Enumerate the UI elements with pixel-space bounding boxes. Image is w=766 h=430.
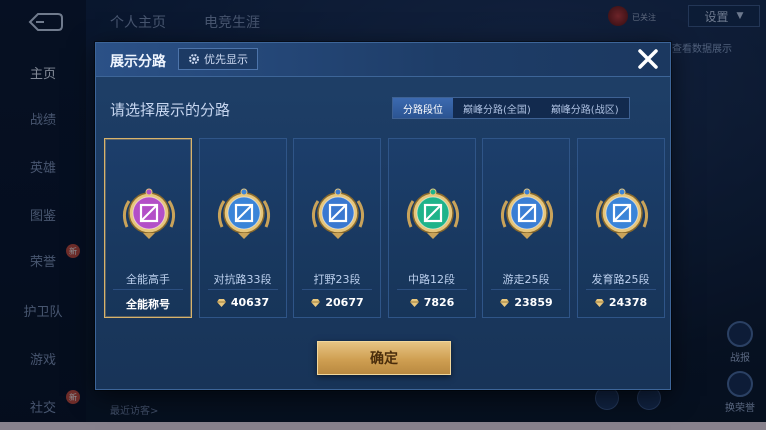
lane-card-score: 40637 <box>200 296 286 309</box>
lane-card[interactable]: 对抗路33段 40637 <box>198 138 287 318</box>
card-divider <box>302 289 372 290</box>
display-lane-dialog: 展示分路 优先显示 请选择展示的分路 分路段位 巅峰分路(全国) 巅峰分路(战区) … <box>95 42 671 390</box>
gear-icon <box>189 54 199 64</box>
lane-card-score-value: 40637 <box>230 296 270 309</box>
lane-card-score-value: 20677 <box>325 296 364 309</box>
tab-lane-2[interactable]: 巅峰分路(战区) <box>541 98 629 118</box>
card-divider <box>207 289 278 290</box>
lane-card-name: 对抗路33段 <box>213 273 272 286</box>
dialog-header: 展示分路 优先显示 <box>96 43 670 77</box>
card-divider <box>585 289 656 290</box>
lane-card-score: 7826 <box>389 296 475 309</box>
lane-card-score: 24378 <box>578 296 664 309</box>
dialog-title: 展示分路 <box>110 54 166 70</box>
lane-card[interactable]: 中路12段 7826 <box>387 138 476 318</box>
lane-card[interactable]: 游走25段 23859 <box>482 138 570 318</box>
clash-lane-emblem-icon <box>217 188 270 239</box>
tab-lane-0[interactable]: 分路段位 <box>393 98 453 118</box>
lane-card-score-value: 全能称号 <box>126 298 170 311</box>
lane-card-name: 发育路25段 <box>591 273 650 286</box>
points-gem-icon <box>594 298 604 307</box>
lane-card-list: 全能高手 全能称号 对抗路33段 40637 打野23段 20677 中路12段 7826 游走… <box>104 138 665 318</box>
lane-card[interactable]: 发育路25段 24378 <box>576 138 665 318</box>
confirm-button[interactable]: 确定 <box>317 341 451 375</box>
close-icon <box>638 49 658 69</box>
priority-display-label: 优先显示 <box>204 53 248 66</box>
lane-card-name: 游走25段 <box>502 273 550 286</box>
points-gem-icon <box>409 298 419 307</box>
card-divider <box>396 289 467 290</box>
tab-lane-1[interactable]: 巅峰分路(全国) <box>453 98 541 118</box>
lane-card-score: 20677 <box>294 296 380 309</box>
lane-card-score-value: 23859 <box>514 296 553 309</box>
lane-card-name: 中路12段 <box>408 273 455 286</box>
dialog-subtitle: 请选择展示的分路 <box>110 101 231 119</box>
priority-display-button[interactable]: 优先显示 <box>178 48 258 70</box>
lane-card[interactable]: 打野23段 20677 <box>293 138 381 318</box>
lane-card-name: 全能高手 <box>126 273 170 286</box>
lane-card-score-value: 7826 <box>423 296 455 309</box>
all-round-emblem-icon <box>122 188 176 239</box>
lane-tab-group: 分路段位 巅峰分路(全国) 巅峰分路(战区) <box>392 97 630 119</box>
mid-lane-emblem-icon <box>406 188 459 239</box>
lane-card-name: 打野23段 <box>313 273 361 286</box>
points-gem-icon <box>216 298 226 307</box>
card-divider <box>113 289 183 290</box>
farm-lane-emblem-icon <box>595 188 648 239</box>
card-divider <box>491 289 561 290</box>
lane-card[interactable]: 全能高手 全能称号 <box>104 138 192 318</box>
close-button[interactable] <box>630 43 666 75</box>
points-gem-icon <box>311 298 321 307</box>
roam-emblem-icon <box>500 188 554 239</box>
points-gem-icon <box>500 298 510 307</box>
jungle-emblem-icon <box>311 188 365 239</box>
lane-card-score-value: 24378 <box>608 296 648 309</box>
lane-card-score: 23859 <box>483 296 569 309</box>
lane-card-score: 全能称号 <box>105 296 191 312</box>
